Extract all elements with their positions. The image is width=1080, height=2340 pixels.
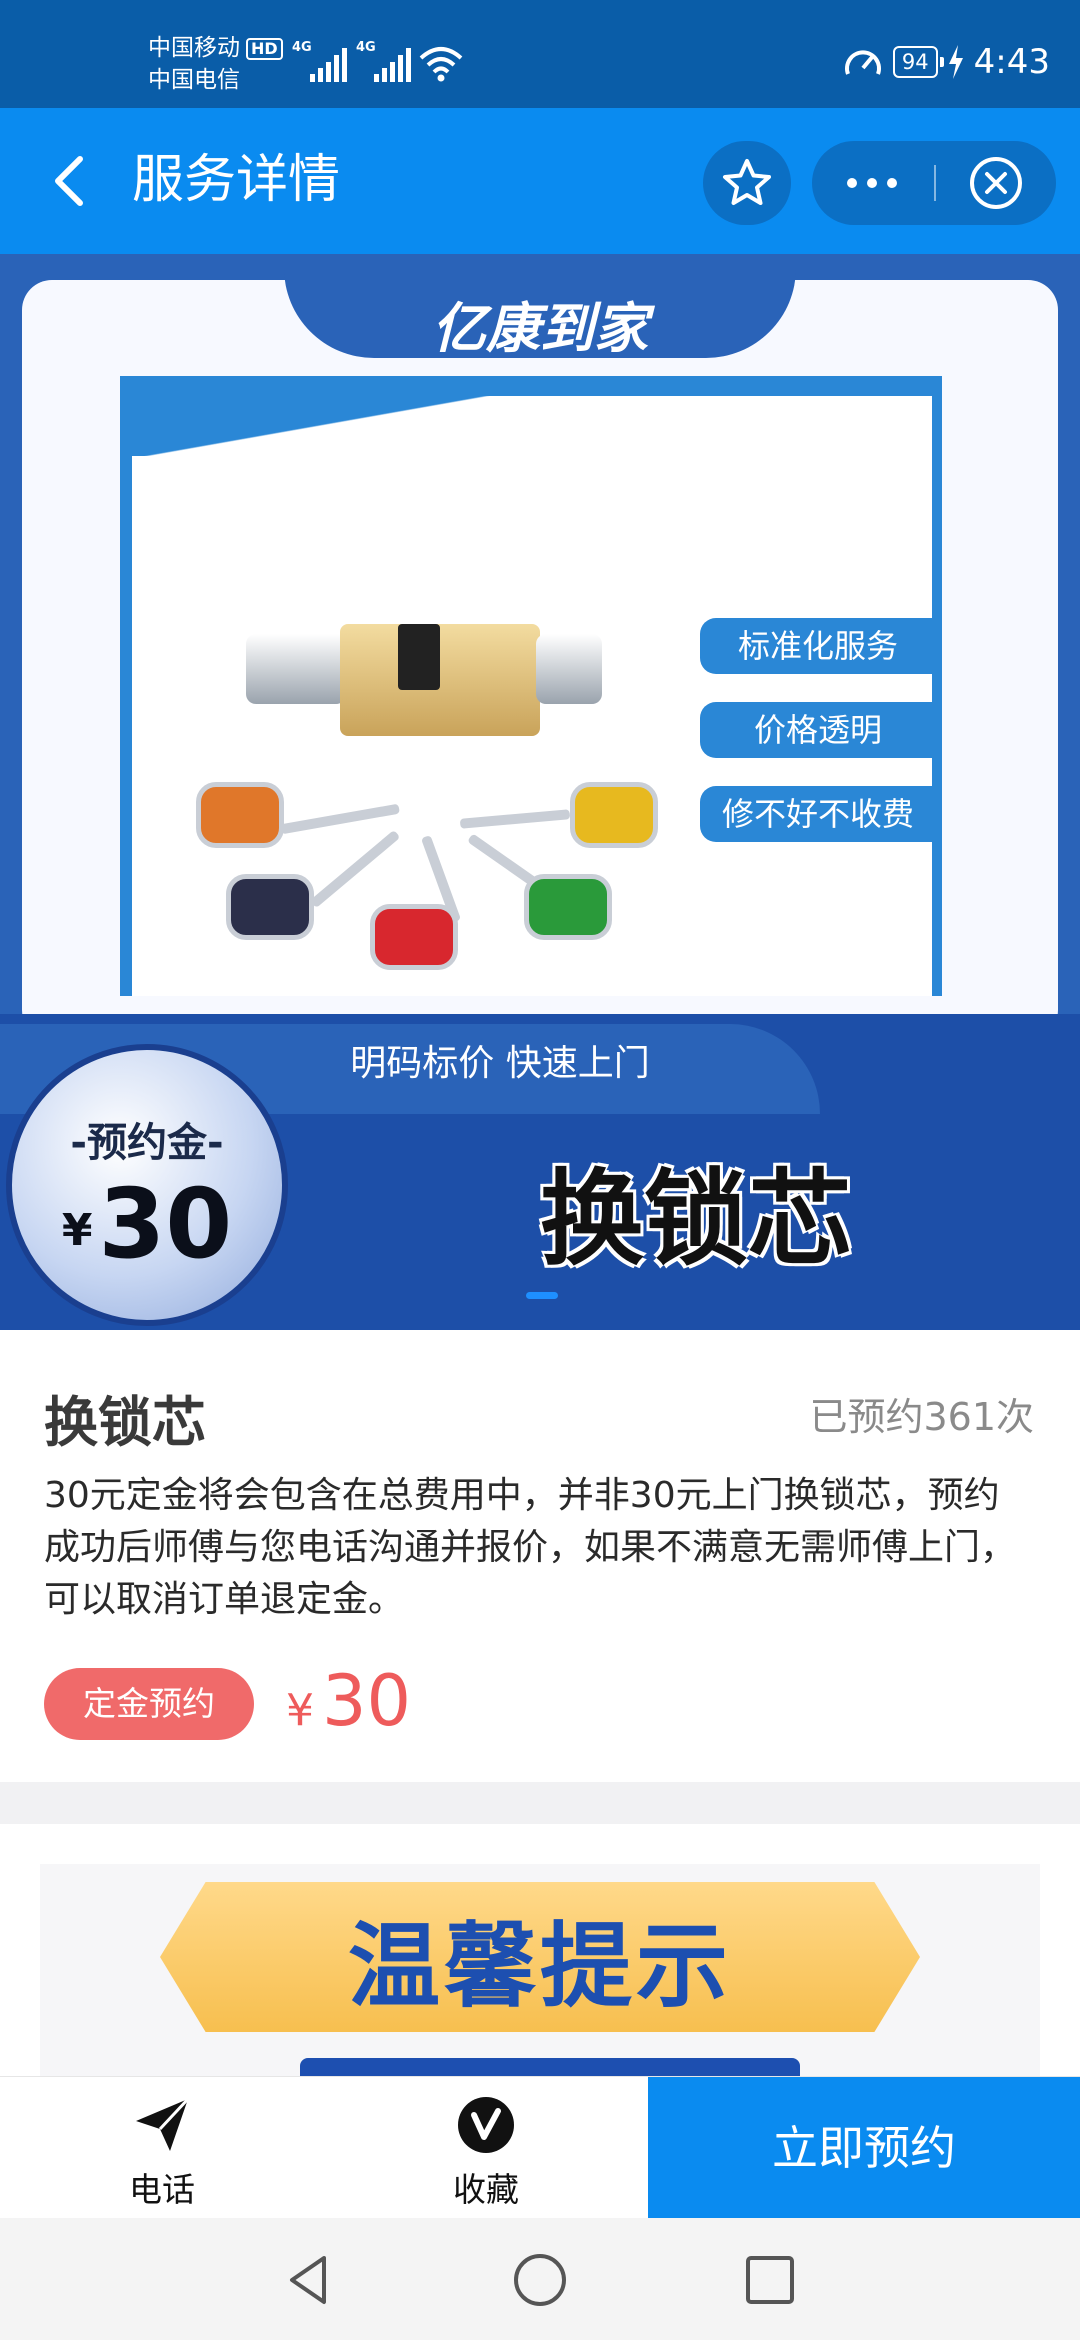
- carrier-info: 中国移动 HD 中国电信: [148, 32, 283, 96]
- section-divider: [0, 1782, 1080, 1824]
- clock: 4:43: [973, 42, 1050, 82]
- deposit-booking-badge: 定金预约: [44, 1668, 254, 1740]
- deposit-badge: -预约金- ¥30: [6, 1044, 288, 1326]
- favorite-label: 收藏: [453, 2170, 519, 2209]
- deposit-label: -预约金-: [70, 1120, 224, 1166]
- square-recents-icon[interactable]: [740, 2250, 800, 2310]
- network-1-label: 4G: [292, 40, 312, 55]
- carrier-1: 中国移动: [148, 35, 240, 61]
- carousel-indicator: [526, 1292, 558, 1299]
- lock-end-image: [536, 634, 602, 704]
- tip-subtitle-partial: [300, 2058, 800, 2076]
- key-navy-image: [226, 874, 314, 940]
- brand-logo: 亿康到家: [432, 297, 648, 360]
- product-description: 30元定金将会包含在总费用中，并非30元上门换锁芯，预约成功后师傅与您电话沟通并…: [44, 1475, 1017, 1620]
- product-info-card: 换锁芯 已预约361次 30元定金将会包含在总费用中，并非30元上门换锁芯，预约…: [0, 1330, 1080, 1782]
- speedometer-icon: [844, 50, 881, 75]
- tip-section: 温馨提示: [0, 1824, 1080, 2076]
- tip-title: 温馨提示: [347, 1913, 732, 2020]
- circle-home-icon[interactable]: [510, 2250, 570, 2310]
- price: ¥30: [286, 1660, 411, 1742]
- more-button[interactable]: [812, 141, 932, 225]
- status-bar: 中国移动 HD 中国电信 4G 4G 94 4:43: [0, 0, 1080, 108]
- star-icon: [723, 159, 771, 205]
- booked-count: 已预约361次: [809, 1395, 1034, 1439]
- tag-no-fix-no-fee: 修不好不收费: [700, 786, 936, 842]
- carrier-2: 中国电信: [148, 67, 240, 93]
- phone-button[interactable]: 电话: [62, 2077, 262, 2219]
- charging-icon: [948, 45, 963, 79]
- triangle-back-icon[interactable]: [280, 2250, 340, 2310]
- key-orange-image: [196, 782, 284, 848]
- deposit-number: 30: [98, 1168, 233, 1280]
- close-button[interactable]: [936, 141, 1056, 225]
- deposit-currency: ¥: [61, 1205, 93, 1256]
- book-now-button[interactable]: 立即预约: [648, 2077, 1080, 2219]
- banner-slogan: 明码标价 快速上门: [350, 1043, 650, 1084]
- product-title: 换锁芯: [44, 1391, 206, 1454]
- lock-cam-image: [398, 624, 440, 690]
- key-red-image: [370, 904, 458, 970]
- deposit-amount: ¥30: [12, 1168, 282, 1280]
- mini-program-capsule: [812, 141, 1056, 225]
- banner-carousel[interactable]: 亿康到家 标准化服务 价格透明 修不好不收费 明码标价 快速上门 -预约金- ¥…: [0, 254, 1080, 1330]
- banner-service-name: 换锁芯: [540, 1158, 853, 1280]
- nav-bar: 服务详情: [0, 108, 1080, 254]
- favorite-button[interactable]: [703, 141, 791, 225]
- lock-body-image: [340, 624, 540, 736]
- hd-badge: HD: [246, 37, 283, 60]
- close-icon: [970, 157, 1022, 209]
- price-value: 30: [322, 1660, 412, 1742]
- price-currency: ¥: [286, 1685, 314, 1736]
- tag-transparent-price: 价格透明: [700, 702, 936, 758]
- favorite-action-button[interactable]: 收藏: [386, 2077, 586, 2219]
- phone-label: 电话: [129, 2170, 195, 2209]
- network-2-label: 4G: [356, 40, 376, 55]
- bottom-action-bar: 电话 收藏 立即预约: [0, 2076, 1080, 2219]
- battery-indicator: 94: [892, 46, 944, 78]
- wifi-icon: [419, 47, 463, 82]
- tag-standard-service: 标准化服务: [700, 618, 936, 674]
- more-icon: [847, 178, 857, 188]
- send-icon: [136, 2097, 190, 2151]
- v-icon: [458, 2097, 514, 2153]
- lock-cylinder-image: [246, 634, 346, 704]
- key-green-image: [524, 874, 612, 940]
- frame-corner-decoration: [132, 396, 572, 456]
- back-arrow-icon[interactable]: [42, 151, 102, 211]
- page-title: 服务详情: [132, 150, 341, 210]
- key-yellow-image: [570, 782, 658, 848]
- system-navigation-bar: [0, 2218, 1080, 2340]
